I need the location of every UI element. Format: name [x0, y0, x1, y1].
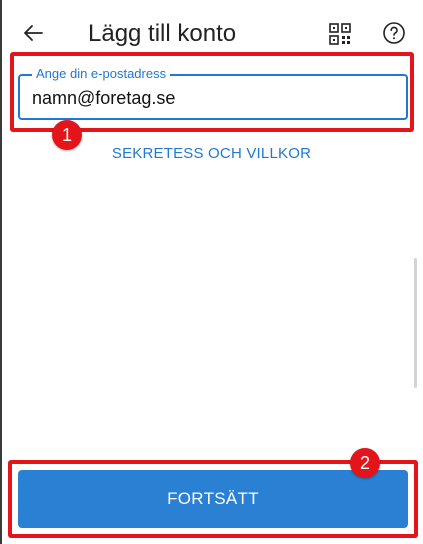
- page-title: Lägg till konto: [88, 20, 237, 47]
- qr-code-icon: [329, 22, 351, 50]
- scrollbar[interactable]: [414, 258, 417, 388]
- email-field-label: Ange din e-postadress: [32, 66, 171, 82]
- help-circle-icon: [382, 21, 406, 50]
- arrow-left-icon: [21, 21, 45, 50]
- help-button[interactable]: [380, 21, 408, 49]
- continue-button[interactable]: FORTSÄTT: [18, 470, 408, 528]
- email-input[interactable]: [32, 86, 392, 110]
- email-field[interactable]: Ange din e-postadress: [18, 66, 408, 120]
- privacy-terms-link[interactable]: SEKRETESS OCH VILLKOR: [0, 144, 423, 164]
- back-button[interactable]: [18, 20, 48, 50]
- add-account-screen: Lägg till konto Ange din e-postadress na…: [0, 0, 423, 544]
- annotation-badge-2: 2: [350, 448, 380, 478]
- left-edge-strip: [0, 0, 2, 544]
- qr-code-button[interactable]: [326, 22, 354, 50]
